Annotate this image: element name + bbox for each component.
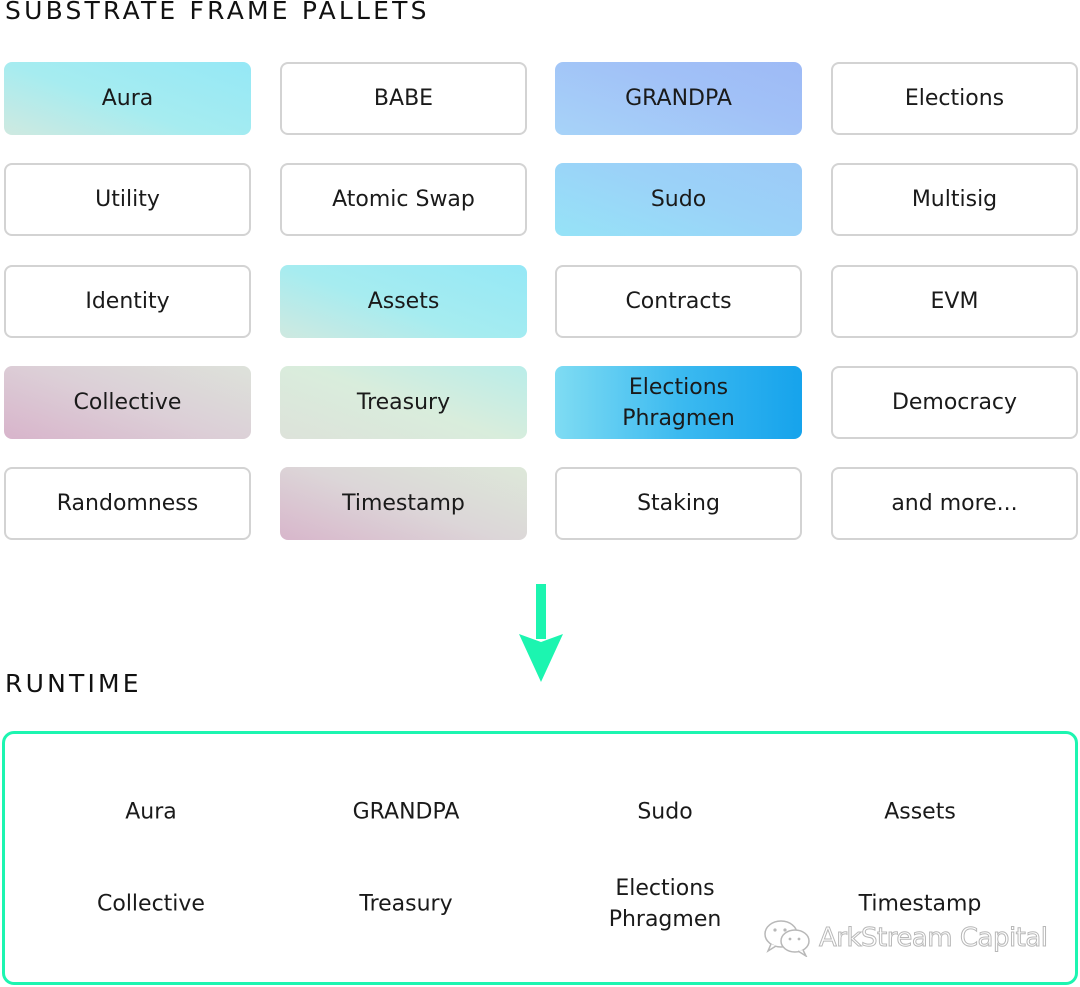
- pallet-card-atomic-swap[interactable]: Atomic Swap: [280, 163, 527, 236]
- runtime-item-assets: Assets: [884, 799, 956, 825]
- pallet-card-contracts[interactable]: Contracts: [555, 265, 802, 338]
- pallet-card-label: Timestamp: [342, 491, 465, 516]
- pallet-card-label: and more...: [891, 491, 1018, 516]
- pallet-card-assets[interactable]: Assets: [280, 265, 527, 338]
- pallet-card-label: Elections Phragmen: [622, 374, 735, 431]
- pallet-card-label: Democracy: [891, 390, 1018, 415]
- runtime-item-sudo: Sudo: [637, 799, 693, 825]
- pallet-card-multisig[interactable]: Multisig: [831, 163, 1078, 236]
- pallet-card-staking[interactable]: Staking: [555, 467, 802, 540]
- pallet-card-and-more[interactable]: and more...: [831, 467, 1078, 540]
- pallet-card-collective[interactable]: Collective: [4, 366, 251, 439]
- pallet-card-label: Identity: [85, 289, 170, 314]
- watermark: ArkStream Capital: [763, 920, 1049, 957]
- pallet-card-randomness[interactable]: Randomness: [4, 467, 251, 540]
- pallet-grid: Aura BABE GRANDPA Elections Utility Atomic Sw…: [0, 0, 1080, 560]
- pallet-card-evm[interactable]: EVM: [831, 265, 1078, 338]
- pallet-card-timestamp[interactable]: Timestamp: [280, 467, 527, 540]
- pallet-card-democracy[interactable]: Democracy: [831, 366, 1078, 439]
- wechat-icon: [764, 920, 810, 957]
- pallet-card-label: GRANDPA: [625, 86, 732, 111]
- pallet-card-aura[interactable]: Aura: [4, 62, 251, 135]
- runtime-item-timestamp: Timestamp: [858, 891, 982, 917]
- runtime-item-collective: Collective: [97, 891, 205, 917]
- pallet-card-label: Assets: [367, 289, 440, 314]
- pallet-card-babe[interactable]: BABE: [280, 62, 527, 135]
- pallet-card-utility[interactable]: Utility: [4, 163, 251, 236]
- pallet-card-identity[interactable]: Identity: [4, 265, 251, 338]
- pallet-card-label: Staking: [637, 491, 720, 516]
- arrow-down-icon: [519, 584, 563, 682]
- watermark-text: ArkStream Capital: [819, 923, 1049, 954]
- pallet-card-label: BABE: [373, 86, 434, 111]
- pallet-card-elections[interactable]: Elections: [831, 62, 1078, 135]
- pallet-card-label: Utility: [95, 187, 160, 212]
- runtime-item-aura: Aura: [125, 799, 177, 825]
- pallet-card-label: Contracts: [625, 289, 732, 314]
- pallet-card-label: Elections: [904, 86, 1005, 111]
- pallet-card-label: EVM: [930, 289, 979, 314]
- pallet-card-elections-phragmen[interactable]: Elections Phragmen: [555, 366, 802, 439]
- runtime-item-elections-phragmen: Elections Phragmen: [608, 876, 722, 932]
- pallet-card-label: Treasury: [356, 390, 451, 415]
- pallet-card-label: Sudo: [650, 187, 707, 212]
- runtime-section-title: RUNTIME: [5, 669, 142, 698]
- runtime-item-grandpa: GRANDPA: [352, 799, 460, 825]
- pallet-card-treasury[interactable]: Treasury: [280, 366, 527, 439]
- runtime-item-treasury: Treasury: [359, 891, 453, 917]
- pallet-card-grandpa[interactable]: GRANDPA: [555, 62, 802, 135]
- pallet-card-label: Collective: [73, 390, 182, 415]
- pallet-card-label: Randomness: [56, 491, 199, 516]
- pallet-card-label: Aura: [101, 86, 154, 111]
- pallet-card-label: Multisig: [911, 187, 998, 212]
- pallet-card-label: Atomic Swap: [332, 187, 475, 212]
- pallet-card-sudo[interactable]: Sudo: [555, 163, 802, 236]
